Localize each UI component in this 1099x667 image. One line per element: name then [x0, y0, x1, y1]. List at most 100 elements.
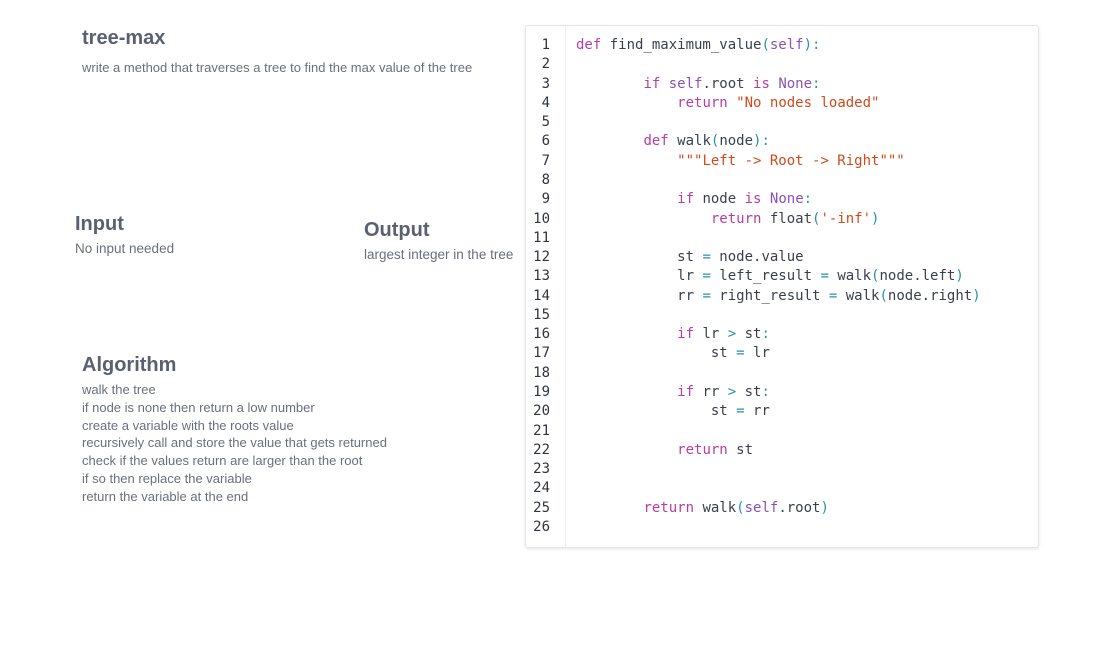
- input-heading: Input: [75, 213, 124, 235]
- code-token: self: [668, 75, 703, 92]
- code-text: lr = left_result = walk(node.left): [576, 267, 964, 286]
- line-number: 7: [541, 152, 550, 169]
- output-heading: Output: [364, 219, 430, 241]
- code-token: =: [702, 268, 711, 285]
- code-token: >: [727, 326, 737, 343]
- code-token: (: [761, 37, 770, 53]
- algorithm-section: Algorithm walk the tree if node is none …: [82, 354, 387, 506]
- line-number: 1: [541, 37, 550, 53]
- code-token: =: [702, 287, 711, 304]
- algorithm-step: check if the values return are larger th…: [82, 453, 363, 469]
- code-text: st = lr: [576, 344, 770, 363]
- code-token: is: [744, 191, 770, 208]
- line-number: 20: [533, 403, 550, 420]
- line-number: 22: [533, 441, 550, 458]
- code-token: st: [576, 345, 737, 362]
- code-token: :: [761, 326, 770, 343]
- code-token: ): [955, 268, 964, 285]
- line-number: 4: [541, 94, 550, 111]
- title-section: tree-max write a method that traverses a…: [82, 27, 472, 75]
- code-token: .root: [778, 499, 821, 516]
- code-token: rr: [744, 403, 770, 420]
- code-token: def: [643, 133, 678, 150]
- code-token: >: [727, 384, 737, 401]
- line-number: 11: [533, 229, 550, 246]
- code-token: :: [812, 75, 821, 92]
- code-token: st: [576, 403, 737, 420]
- algorithm-step: create a variable with the roots value: [82, 417, 294, 433]
- code-text: return st: [576, 441, 753, 460]
- code-token: self: [744, 499, 779, 516]
- line-number: 9: [541, 191, 550, 208]
- algorithm-step: if node is none then return a low number: [82, 399, 315, 415]
- code-token: node: [702, 191, 745, 208]
- code-token: node.right: [887, 287, 973, 304]
- code-token: walk: [702, 499, 737, 516]
- line-number: 5: [541, 114, 550, 131]
- code-token: lr: [576, 268, 703, 285]
- code-token: rr: [702, 384, 728, 401]
- code-text: if self.root is None:: [576, 75, 820, 94]
- line-number: 14: [533, 287, 550, 304]
- code-token: .root: [702, 75, 754, 92]
- code-token: return: [677, 441, 737, 458]
- line-number: 19: [533, 384, 550, 401]
- code-text: return "No nodes loaded": [576, 94, 879, 113]
- code-token: walk: [828, 268, 872, 285]
- line-number: 2: [541, 56, 550, 73]
- code-token: (: [736, 499, 745, 516]
- code-token: lr: [702, 326, 728, 343]
- page-description: write a method that traverses a tree to …: [82, 60, 473, 75]
- code-token: :: [803, 191, 813, 208]
- code-token: ): [871, 210, 880, 227]
- line-number: 23: [533, 461, 550, 478]
- code-token: st: [736, 384, 762, 401]
- code-token: def: [576, 37, 610, 53]
- input-text: No input needed: [75, 241, 175, 256]
- line-number: 13: [533, 268, 550, 285]
- code-token: =: [702, 249, 711, 266]
- line-number: 6: [541, 133, 550, 150]
- code-text: def walk(node):: [576, 132, 769, 151]
- code-text: return float('-inf'): [576, 210, 880, 229]
- output-text: largest integer in the tree: [364, 247, 514, 262]
- code-token: float: [769, 210, 813, 227]
- code-text: return walk(self.root): [576, 499, 828, 518]
- code-token: if: [677, 326, 703, 343]
- page-title: tree-max: [82, 27, 166, 49]
- line-number: 24: [533, 480, 550, 497]
- code-token: left_result: [710, 268, 821, 285]
- code-token: lr: [744, 345, 770, 362]
- line-number: 26: [533, 519, 550, 535]
- code-token: if: [677, 191, 703, 208]
- code-text: st = rr: [576, 402, 770, 421]
- output-section: Output largest integer in the tree: [364, 219, 513, 262]
- code-token: right_result: [710, 287, 829, 304]
- code-token: node.left: [879, 268, 956, 285]
- algorithm-heading: Algorithm: [82, 354, 177, 376]
- line-number: 10: [533, 210, 550, 227]
- code-token: =: [736, 403, 745, 420]
- code-token: st: [736, 441, 754, 458]
- code-token: ): [972, 287, 981, 304]
- code-editor[interactable]: 1 def find_maximum_value(self): 2 3 if self…: [525, 25, 1039, 548]
- code-text: rr = right_result = walk(node.right): [576, 287, 981, 306]
- code-token: return: [710, 210, 770, 227]
- input-section: Input No input needed: [75, 213, 174, 256]
- code-text: def find_maximum_value(self):: [576, 36, 820, 55]
- line-number: 15: [533, 306, 550, 323]
- code-token: node: [719, 133, 754, 150]
- line-number: 16: [533, 326, 550, 343]
- code-token: None: [778, 75, 813, 92]
- code-text: if node is None:: [576, 190, 812, 209]
- code-token: '-inf': [820, 210, 872, 227]
- algorithm-step: return the variable at the end: [82, 488, 249, 504]
- code-token: return: [643, 499, 703, 516]
- algorithm-step: if so then replace the variable: [82, 470, 252, 486]
